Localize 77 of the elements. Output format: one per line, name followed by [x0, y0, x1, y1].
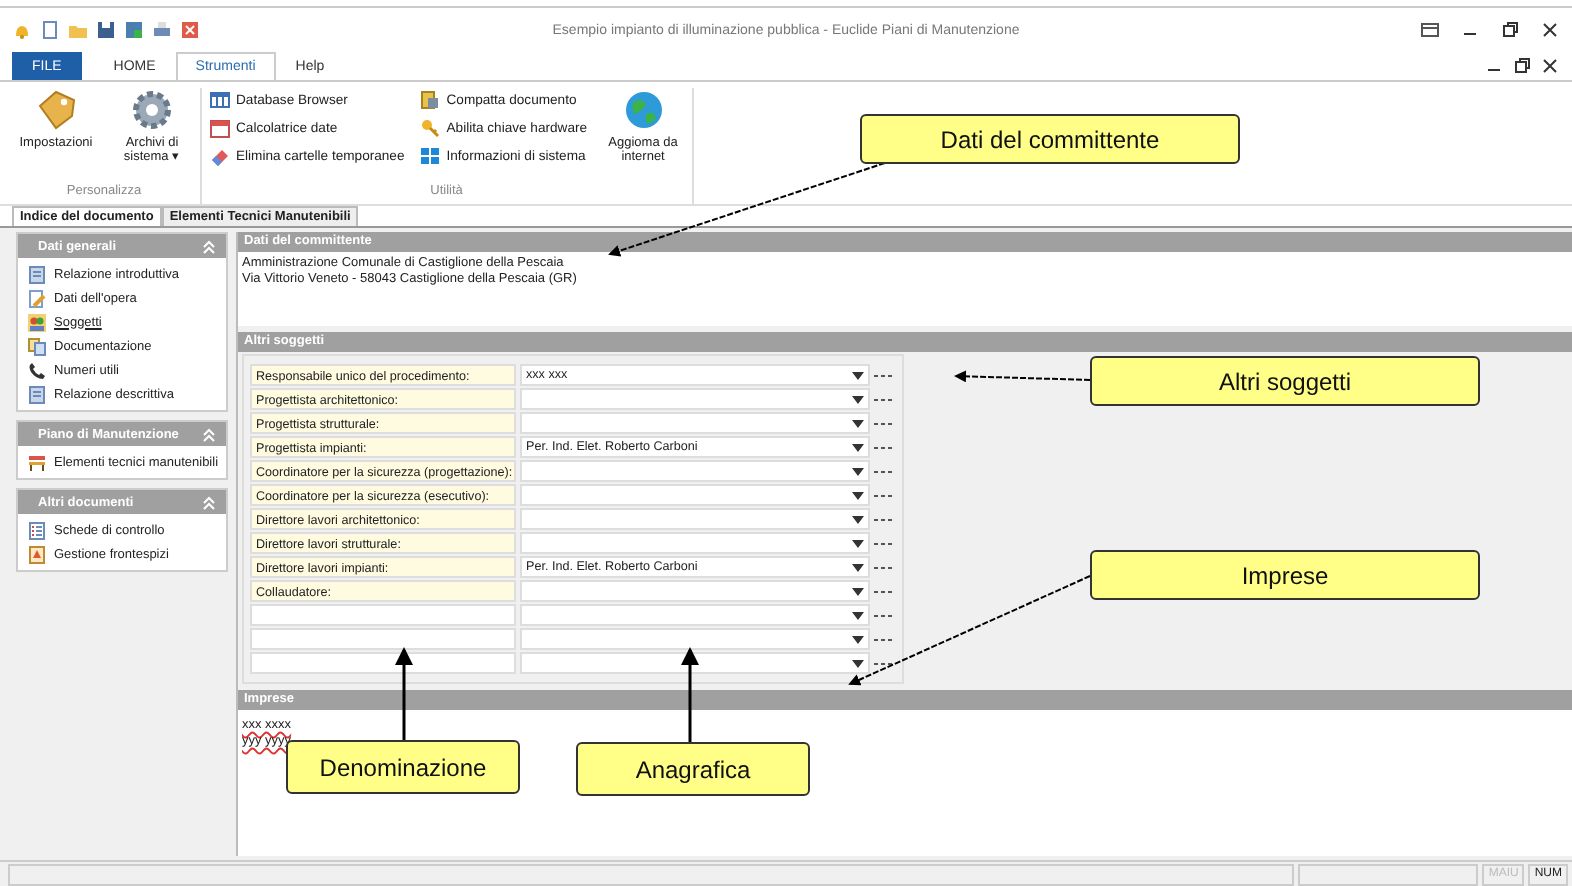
combo-field[interactable]: [520, 628, 870, 650]
document-icon: [28, 265, 46, 283]
save-all-icon[interactable]: [124, 20, 144, 40]
restore-icon[interactable]: [1500, 20, 1520, 40]
dropdown-icon: [852, 539, 864, 547]
ellipsis-button[interactable]: [874, 395, 892, 403]
restore-icon[interactable]: [1512, 56, 1532, 76]
combo-field[interactable]: [520, 484, 870, 506]
windows-icon: [420, 146, 441, 166]
tag-icon: [34, 88, 78, 132]
dropdown-icon: [852, 395, 864, 403]
document-icon: [28, 385, 46, 403]
combo-field[interactable]: [520, 532, 870, 554]
callout-label: Anagrafica: [576, 742, 810, 796]
dropdown-icon: [852, 371, 864, 379]
calendar-icon: [210, 118, 230, 138]
documents-icon: [28, 337, 46, 355]
save-icon[interactable]: [96, 20, 116, 40]
callout-label: Dati del committente: [860, 114, 1240, 164]
label-field[interactable]: [250, 604, 516, 626]
dropdown-icon: [852, 587, 864, 595]
document-icon: [28, 289, 46, 307]
ellipsis-button[interactable]: [874, 443, 892, 451]
dropdown-icon: [852, 443, 864, 451]
gear-icon: [130, 88, 174, 132]
arrow: [954, 370, 1091, 383]
people-icon: [28, 313, 46, 331]
print-icon[interactable]: [152, 20, 172, 40]
dropdown-icon: [852, 467, 864, 475]
new-document-icon[interactable]: [40, 20, 60, 40]
ellipsis-button[interactable]: [874, 539, 892, 547]
combo-field[interactable]: [520, 388, 870, 410]
ellipsis-button[interactable]: [874, 587, 892, 595]
combo-field[interactable]: [520, 460, 870, 482]
eraser-icon: [210, 146, 230, 166]
dropdown-icon: [852, 611, 864, 619]
label-field[interactable]: [250, 652, 516, 674]
dropdown-icon: [852, 515, 864, 523]
ellipsis-button[interactable]: [874, 611, 892, 619]
window-icon[interactable]: [1420, 20, 1440, 40]
ellipsis-button[interactable]: [874, 515, 892, 523]
document-icon: [420, 90, 441, 110]
combo-field[interactable]: [520, 412, 870, 434]
ellipsis-button[interactable]: [874, 659, 892, 667]
globe-icon: [621, 88, 666, 132]
phone-icon: [28, 361, 46, 379]
list-icon: [28, 521, 46, 539]
ellipsis-button[interactable]: [874, 419, 892, 427]
bench-icon: [28, 453, 46, 471]
document-icon: [28, 545, 46, 563]
collapse-icon: [202, 239, 216, 253]
dropdown-icon: [852, 659, 864, 667]
ellipsis-button[interactable]: [874, 467, 892, 475]
arrow: [395, 647, 413, 740]
arrow: [681, 647, 699, 742]
ellipsis-button[interactable]: [874, 563, 892, 571]
close-icon[interactable]: [1540, 56, 1560, 76]
combo-field[interactable]: [520, 508, 870, 530]
combo-field[interactable]: [520, 652, 870, 674]
table-icon: [210, 90, 230, 110]
callout-label: Altri soggetti: [1090, 356, 1480, 406]
combo-field[interactable]: [520, 604, 870, 626]
dropdown-icon: [852, 419, 864, 427]
dropdown-icon: [852, 491, 864, 499]
close-document-icon[interactable]: [180, 20, 200, 40]
collapse-icon: [202, 427, 216, 441]
ellipsis-button[interactable]: [874, 491, 892, 499]
combo-field[interactable]: [520, 580, 870, 602]
key-icon: [420, 118, 441, 138]
ellipsis-button[interactable]: [874, 371, 892, 379]
collapse-icon: [202, 495, 216, 509]
close-icon[interactable]: [1540, 20, 1560, 40]
dropdown-icon: [852, 635, 864, 643]
dropdown-icon: [852, 563, 864, 571]
label-field[interactable]: [250, 628, 516, 650]
callout-label: Imprese: [1090, 550, 1480, 600]
ellipsis-button[interactable]: [874, 635, 892, 643]
